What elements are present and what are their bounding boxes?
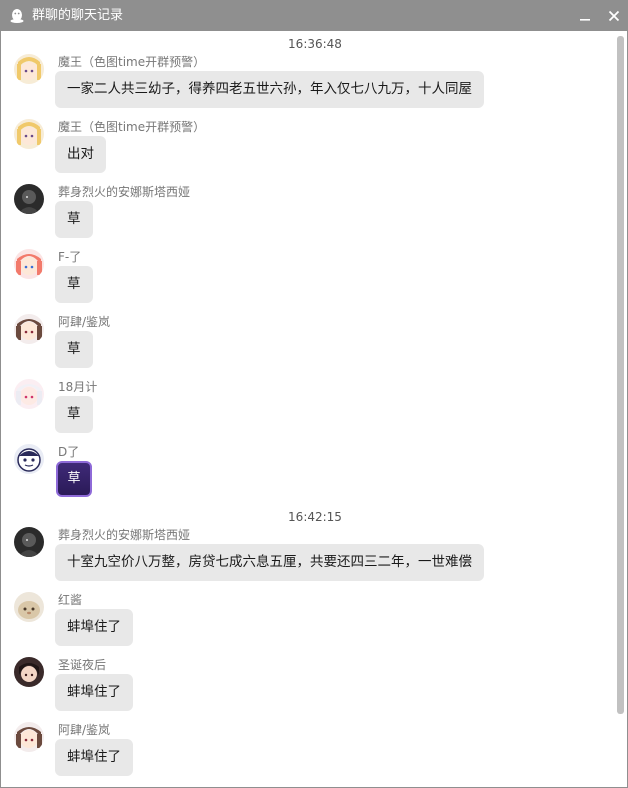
message-bubble[interactable]: 蚌埠住了 [55,609,133,646]
message-bubble[interactable]: 草 [55,331,93,368]
time-separator: 16:36:48 [288,37,342,51]
avatar[interactable] [14,379,44,409]
avatar[interactable] [14,444,44,474]
avatar[interactable] [14,722,44,752]
message-bubble[interactable]: 草 [55,266,93,303]
sender-nickname: 葬身烈火的安娜斯塔西娅 [58,528,191,542]
avatar[interactable] [14,592,44,622]
avatar[interactable] [14,119,44,149]
minimize-icon [579,7,591,26]
sender-nickname: 红酱 [58,593,83,607]
sender-nickname: 18月计 [58,380,98,394]
sender-nickname: 葬身烈火的安娜斯塔西娅 [58,185,191,199]
minimize-button[interactable] [574,5,596,27]
message-bubble[interactable]: 一家二人共三幼子，得养四老五世六孙，年入仅七八九万，十人同屋 [55,71,484,108]
close-button[interactable] [603,5,625,27]
avatar[interactable] [14,249,44,279]
sender-nickname: 阿肆/鉴岚 [58,723,111,737]
window-title: 群聊的聊天记录 [32,8,124,23]
avatar[interactable] [14,314,44,344]
message-bubble[interactable]: 草 [55,201,93,238]
chat-history-window: 群聊的聊天记录 16:36:48 魔王（色图time开群预警） 一家二人共三幼子… [0,0,628,788]
message-bubble[interactable]: 草 [55,396,93,433]
message-bubble[interactable]: 蚌埠住了 [55,739,133,776]
avatar[interactable] [14,657,44,687]
title-bar[interactable]: 群聊的聊天记录 [1,1,627,31]
scrollbar-thumb[interactable] [617,36,624,714]
sender-nickname: D了 [58,445,80,459]
sender-nickname: 圣诞夜后 [58,658,107,672]
avatar[interactable] [14,527,44,557]
message-bubble[interactable]: 十室九空价八万整，房贷七成六息五厘，共要还四三二年，一世难偿 [55,544,484,581]
message-bubble[interactable]: 出对 [55,136,106,173]
close-icon [608,7,620,26]
sticker-message[interactable]: 草 [56,461,92,497]
message-bubble[interactable]: 蚌埠住了 [55,674,133,711]
avatar[interactable] [14,54,44,84]
sender-nickname: 魔王（色图time开群预警） [58,55,206,69]
message-list[interactable]: 16:36:48 魔王（色图time开群预警） 一家二人共三幼子，得养四老五世六… [1,31,613,787]
qq-penguin-icon [9,8,25,24]
time-separator: 16:42:15 [288,510,342,524]
sender-nickname: 魔王（色图time开群预警） [58,120,206,134]
sender-nickname: 阿肆/鉴岚 [58,315,111,329]
sender-nickname: F-了 [58,250,82,264]
avatar[interactable] [14,184,44,214]
